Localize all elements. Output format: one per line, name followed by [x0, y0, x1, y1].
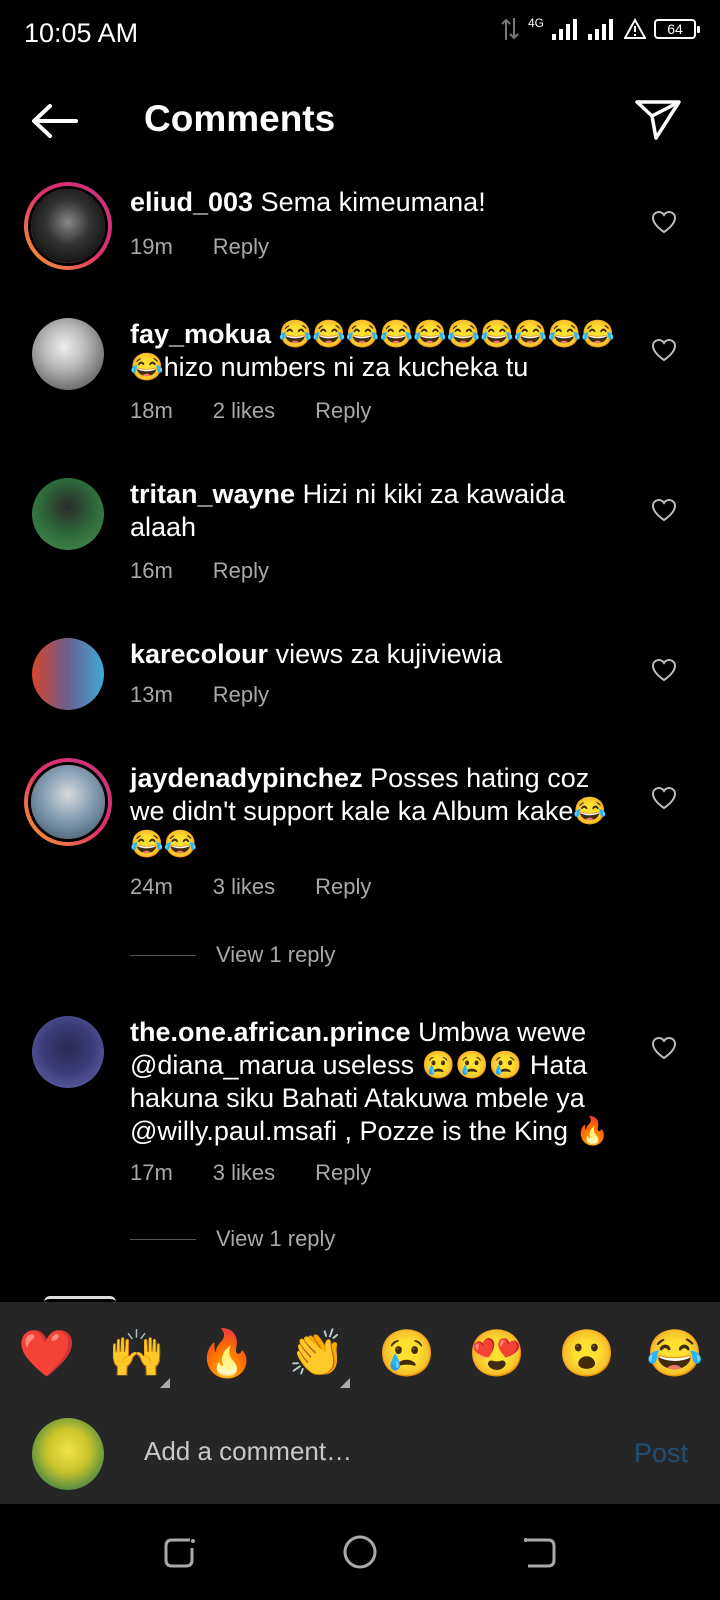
header: Comments: [0, 80, 720, 160]
comment-time: 18m: [130, 398, 173, 423]
comment-time: 24m: [130, 874, 173, 899]
comment-username[interactable]: eliud_003: [130, 187, 253, 217]
reply-button[interactable]: Reply: [213, 682, 269, 708]
home-icon[interactable]: [340, 1532, 380, 1572]
comment-time: 17m: [130, 1160, 173, 1185]
comment-composer: Add a comment… Post: [0, 1408, 720, 1504]
reply-button[interactable]: Reply: [315, 398, 371, 424]
view-replies-label: View 1 reply: [216, 942, 336, 967]
page-title: Comments: [144, 98, 336, 139]
emoji-surprised[interactable]: 😮: [558, 1328, 615, 1378]
send-icon[interactable]: [634, 98, 682, 142]
comment-username[interactable]: tritan_wayne: [130, 479, 295, 509]
view-replies-button[interactable]: View 1 reply: [130, 1226, 335, 1252]
reply-button[interactable]: Reply: [213, 558, 269, 584]
back-nav-icon[interactable]: [520, 1532, 560, 1572]
likes-count[interactable]: 3 likes: [213, 1160, 275, 1186]
status-time: 10:05 AM: [24, 18, 139, 48]
heart-icon[interactable]: [651, 210, 677, 234]
emoji-reaction-bar: ❤️ 🙌 🔥 👏 😢 😍 😮 😂: [0, 1302, 720, 1408]
emoji-heart[interactable]: ❤️: [18, 1328, 75, 1378]
emoji-clap[interactable]: 👏: [288, 1328, 345, 1378]
avatar[interactable]: [24, 758, 112, 846]
comment-time: 13m: [130, 682, 173, 707]
comment-input[interactable]: Add a comment…: [144, 1436, 352, 1467]
emoji-raised-hands[interactable]: 🙌: [108, 1328, 165, 1378]
alert-icon: [624, 18, 646, 39]
divider: [130, 954, 196, 956]
emoji-heart-eyes[interactable]: 😍: [468, 1328, 525, 1378]
status-bar: 10:05 AM 4G 64: [0, 0, 720, 64]
comment-time: 16m: [130, 558, 173, 583]
avatar[interactable]: [32, 638, 104, 710]
my-avatar: [32, 1418, 104, 1490]
comment-username[interactable]: the.one.african.prince: [130, 1017, 411, 1047]
heart-icon[interactable]: [651, 498, 677, 522]
view-replies-button[interactable]: View 1 reply: [130, 942, 335, 968]
likes-count[interactable]: 2 likes: [213, 398, 275, 424]
battery-icon: 64: [654, 19, 700, 39]
reply-button[interactable]: Reply: [213, 234, 269, 260]
back-arrow-icon[interactable]: [30, 102, 80, 140]
avatar[interactable]: [32, 318, 104, 390]
avatar[interactable]: [32, 478, 104, 550]
comment-username[interactable]: karecolour: [130, 639, 268, 669]
avatar[interactable]: [32, 1016, 104, 1088]
skin-tone-indicator[interactable]: [160, 1378, 170, 1388]
system-nav-bar: [0, 1504, 720, 1600]
post-button[interactable]: Post: [634, 1438, 688, 1469]
comment-text: views za kujiviewia: [275, 639, 503, 669]
emoji-cry[interactable]: 😢: [378, 1328, 435, 1378]
reply-button[interactable]: Reply: [315, 1160, 371, 1186]
comment-username[interactable]: fay_mokua: [130, 319, 271, 349]
status-icons: 4G 64: [500, 16, 700, 42]
signal-icon: [552, 19, 577, 40]
skin-tone-indicator[interactable]: [340, 1378, 350, 1388]
heart-icon[interactable]: [651, 786, 677, 810]
heart-icon[interactable]: [651, 338, 677, 362]
likes-count[interactable]: 3 likes: [213, 874, 275, 900]
signal-icon-2: [588, 19, 613, 40]
emoji-fire[interactable]: 🔥: [198, 1328, 255, 1378]
view-replies-label: View 1 reply: [216, 1226, 336, 1251]
emoji-laugh[interactable]: 😂: [646, 1328, 703, 1378]
divider: [130, 1238, 196, 1240]
data-arrows-icon: [501, 18, 519, 40]
reply-button[interactable]: Reply: [315, 874, 371, 900]
heart-icon[interactable]: [651, 658, 677, 682]
recent-apps-icon[interactable]: [160, 1532, 200, 1572]
avatar[interactable]: [24, 182, 112, 270]
comment-text: Sema kimeumana!: [260, 187, 486, 217]
comment-time: 19m: [130, 234, 173, 259]
comment-username[interactable]: jaydenadypinchez: [130, 763, 363, 793]
network-type: 4G: [527, 16, 544, 30]
heart-icon[interactable]: [651, 1036, 677, 1060]
